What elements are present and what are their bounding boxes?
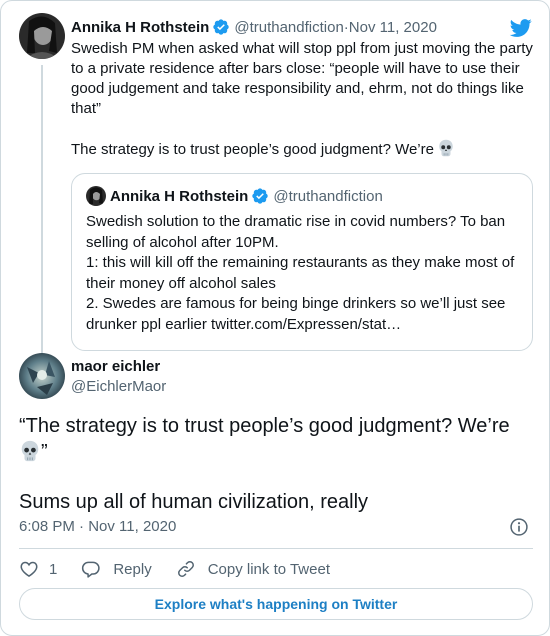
divider	[19, 548, 533, 549]
thread-connector-line	[41, 65, 43, 353]
like-button[interactable]: 1	[19, 559, 57, 579]
author-name: Annika H Rothstein	[110, 187, 249, 205]
reply-button[interactable]: Reply	[81, 559, 152, 579]
info-icon[interactable]	[509, 517, 529, 537]
tweet-paragraph: Sums up all of human civilization, reall…	[19, 491, 369, 513]
skull-icon	[21, 440, 39, 462]
avatar[interactable]	[19, 13, 65, 59]
closing-quote: ”	[41, 441, 48, 463]
author-name[interactable]: maor eichler	[71, 358, 160, 375]
copy-link-button[interactable]: Copy link to Tweet	[176, 559, 330, 579]
quoted-tweet-text: Swedish solution to the dramatic rise in…	[86, 212, 526, 335]
copy-link-label: Copy link to Tweet	[207, 560, 330, 578]
tweet-timestamp[interactable]: 6:08 PM · Nov 11, 2020	[19, 518, 176, 535]
parent-tweet-text: Swedish PM when asked what will stop ppl…	[71, 39, 533, 160]
tweet-paragraph: “The strategy is to trust people’s good …	[19, 413, 531, 465]
author-handle: @truthandfiction	[273, 187, 383, 205]
tweet-date[interactable]: Nov 11, 2020	[349, 19, 437, 36]
tweet-paragraph: The strategy is to trust people’s good j…	[71, 139, 533, 160]
parent-tweet-header: Annika H Rothstein @truthandfiction · No…	[71, 16, 437, 38]
avatar[interactable]	[19, 353, 65, 399]
author-handle[interactable]: @truthandfiction	[234, 19, 343, 36]
embedded-tweet-card: Annika H Rothstein @truthandfiction · No…	[0, 0, 550, 636]
twitter-bird-icon[interactable]	[509, 17, 533, 39]
reply-label: Reply	[113, 560, 152, 578]
reply-bubble-icon	[82, 561, 101, 578]
tweet-paragraph-text: “The strategy is to trust people’s good …	[19, 415, 510, 437]
verified-badge-icon	[213, 19, 230, 35]
explore-twitter-button[interactable]: Explore what's happening on Twitter	[19, 588, 533, 620]
tweet-paragraph: Swedish PM when asked what will stop ppl…	[71, 40, 533, 117]
tweet-paragraph: Swedish solution to the dramatic rise in…	[86, 213, 506, 251]
main-tweet-header: maor eichler @EichlerMaor	[19, 353, 533, 401]
avatar	[86, 186, 106, 206]
like-count: 1	[49, 560, 58, 578]
main-tweet-text: “The strategy is to trust people’s good …	[19, 413, 531, 515]
tweet-actions: 1 Reply Copy link to Tweet	[19, 556, 354, 582]
tweet-paragraph: 2. Swedes are famous for being binge dri…	[86, 295, 506, 333]
heart-icon	[20, 561, 38, 577]
author-handle[interactable]: @EichlerMaor	[71, 378, 166, 395]
quoted-tweet[interactable]: Annika H Rothstein @truthandfiction Swed…	[71, 173, 533, 351]
quoted-tweet-header: Annika H Rothstein @truthandfiction	[86, 186, 383, 206]
author-name[interactable]: Annika H Rothstein	[71, 19, 209, 36]
skull-icon	[439, 139, 453, 157]
verified-badge-icon	[252, 188, 269, 204]
tweet-paragraph-text: The strategy is to trust people’s good j…	[71, 141, 434, 158]
parent-tweet[interactable]: Annika H Rothstein @truthandfiction · No…	[19, 13, 533, 353]
tweet-paragraph: 1: this will kill off the remaining rest…	[86, 254, 515, 292]
link-icon	[177, 561, 194, 577]
